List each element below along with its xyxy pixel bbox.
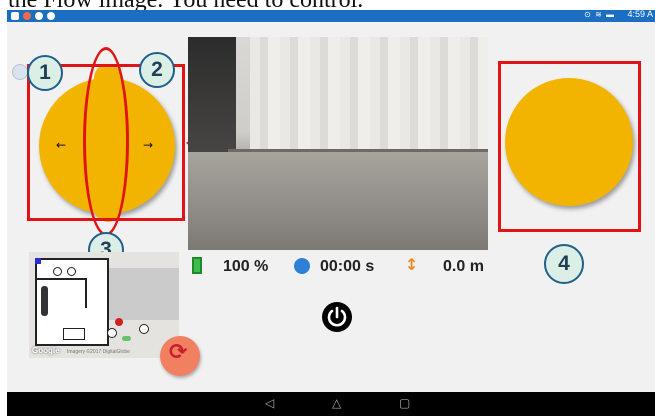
sync-icon	[47, 12, 55, 20]
power-icon[interactable]	[322, 302, 352, 332]
map-google-logo: Google	[32, 346, 60, 355]
camera-feed	[188, 37, 488, 250]
map-circle-3	[107, 328, 117, 338]
map-green-marker	[122, 336, 131, 341]
movement-joystick[interactable]	[505, 78, 633, 206]
map-circle-4	[139, 324, 149, 334]
robot-location-marker-icon	[115, 318, 123, 326]
annotation-badge-2: 2	[139, 52, 175, 88]
map-wall-vertical	[85, 278, 87, 308]
power-button[interactable]	[322, 302, 352, 332]
status-bar: ⊙ ≋ ▬ 4:59 A	[7, 9, 655, 22]
elapsed-time: 00:00 s	[320, 258, 375, 275]
map-pillar	[41, 286, 48, 316]
annotation-ellipse-center	[83, 47, 129, 236]
clock: 4:59 A	[627, 9, 653, 19]
map-circle-1	[53, 267, 62, 276]
distance-icon: ↕	[405, 255, 419, 274]
curtain	[250, 37, 488, 149]
timer-icon	[294, 258, 310, 274]
system-status-icons: ⊙ ≋ ▬	[584, 10, 615, 19]
distance-travelled: 0.0 m	[443, 258, 484, 275]
app-logo-icon	[12, 64, 28, 80]
map-corner-marker	[35, 258, 41, 264]
map-circle-2	[67, 267, 76, 276]
back-icon[interactable]: ◁	[265, 396, 274, 410]
app-notification-icon	[23, 12, 31, 20]
floor	[188, 152, 488, 250]
map-gray-area	[107, 268, 179, 320]
battery-icon	[192, 257, 202, 274]
home-icon[interactable]: △	[332, 396, 341, 410]
map-wall	[35, 278, 85, 280]
notification-icon	[11, 12, 19, 20]
refresh-icon[interactable]: ⟳	[169, 340, 187, 365]
refresh-button[interactable]: ⟳	[160, 336, 200, 376]
annotation-badge-4: 4	[544, 244, 584, 284]
map-imagery-credit: Imagery ©2017 DigitalGlobe	[67, 349, 130, 355]
download-icon	[35, 12, 43, 20]
navigation-bar: ◁ △ ▢	[7, 392, 655, 416]
battery-level: 100 %	[223, 258, 269, 275]
map-table	[63, 328, 85, 340]
recents-icon[interactable]: ▢	[399, 396, 410, 410]
annotation-badge-1: 1	[27, 55, 63, 91]
floor-plan-map[interactable]: Google Imagery ©2017 DigitalGlobe	[29, 252, 179, 358]
